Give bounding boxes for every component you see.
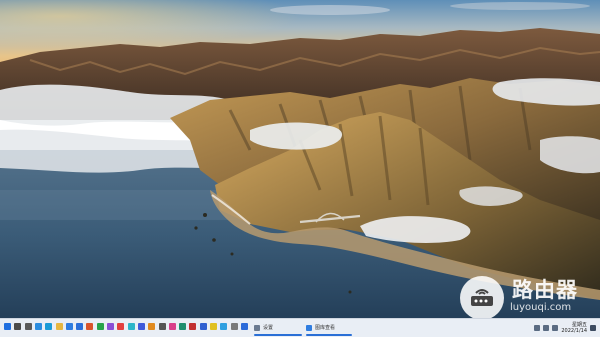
- wallpaper-landscape: [0, 0, 600, 318]
- mail-icon[interactable]: [76, 323, 84, 330]
- app-18-icon[interactable]: [179, 323, 187, 330]
- task-settings-label: 设置: [263, 325, 274, 331]
- task-settings-active-indicator: [254, 334, 302, 336]
- taskbar: 设置 图库查看 星期五 2022/1/14: [0, 318, 600, 337]
- system-tray: 星期五 2022/1/14: [534, 321, 596, 335]
- app-14-icon[interactable]: [137, 323, 145, 330]
- app-9-icon[interactable]: [86, 323, 94, 330]
- task-photos-label: 图库查看: [315, 325, 336, 331]
- search-icon[interactable]: [14, 323, 22, 330]
- app-17-icon[interactable]: [168, 323, 176, 330]
- settings-icon: [254, 324, 260, 331]
- app-13-icon[interactable]: [127, 323, 135, 330]
- widgets-icon[interactable]: [34, 323, 42, 330]
- app-20-icon[interactable]: [199, 323, 207, 330]
- watermark: 路由器 luyouqi.com: [460, 274, 600, 318]
- task-settings[interactable]: 设置: [254, 320, 302, 336]
- app-19-icon[interactable]: [189, 323, 197, 330]
- app-24-icon[interactable]: [240, 323, 248, 330]
- task-photos-active-indicator: [306, 334, 352, 336]
- notification-icon[interactable]: [590, 325, 596, 331]
- file-explorer-icon[interactable]: [55, 323, 63, 330]
- desktop-wallpaper: 路由器 luyouqi.com: [0, 0, 600, 318]
- app-21-icon[interactable]: [210, 323, 217, 330]
- app-22-icon[interactable]: [220, 323, 228, 330]
- chevron-up-icon[interactable]: [534, 325, 541, 331]
- clock-date: 2022/1/14: [561, 328, 587, 334]
- store-icon[interactable]: [65, 323, 73, 330]
- watermark-url: luyouqi.com: [510, 302, 572, 313]
- app-11-icon[interactable]: [107, 323, 114, 330]
- task-view-icon[interactable]: [24, 323, 32, 330]
- clock[interactable]: 星期五 2022/1/14: [561, 322, 587, 334]
- router-logo-icon: [460, 276, 504, 318]
- photos-icon: [306, 324, 312, 331]
- watermark-title: 路由器: [512, 278, 578, 302]
- network-icon[interactable]: [543, 325, 550, 331]
- app-16-icon[interactable]: [158, 323, 166, 330]
- volume-icon[interactable]: [552, 325, 559, 331]
- start-icon[interactable]: [4, 323, 11, 330]
- app-23-icon[interactable]: [230, 323, 238, 330]
- edge-icon[interactable]: [45, 323, 53, 330]
- app-12-icon[interactable]: [117, 323, 125, 330]
- app-10-icon[interactable]: [96, 323, 104, 330]
- app-15-icon[interactable]: [148, 323, 156, 330]
- task-photos[interactable]: 图库查看: [306, 320, 352, 336]
